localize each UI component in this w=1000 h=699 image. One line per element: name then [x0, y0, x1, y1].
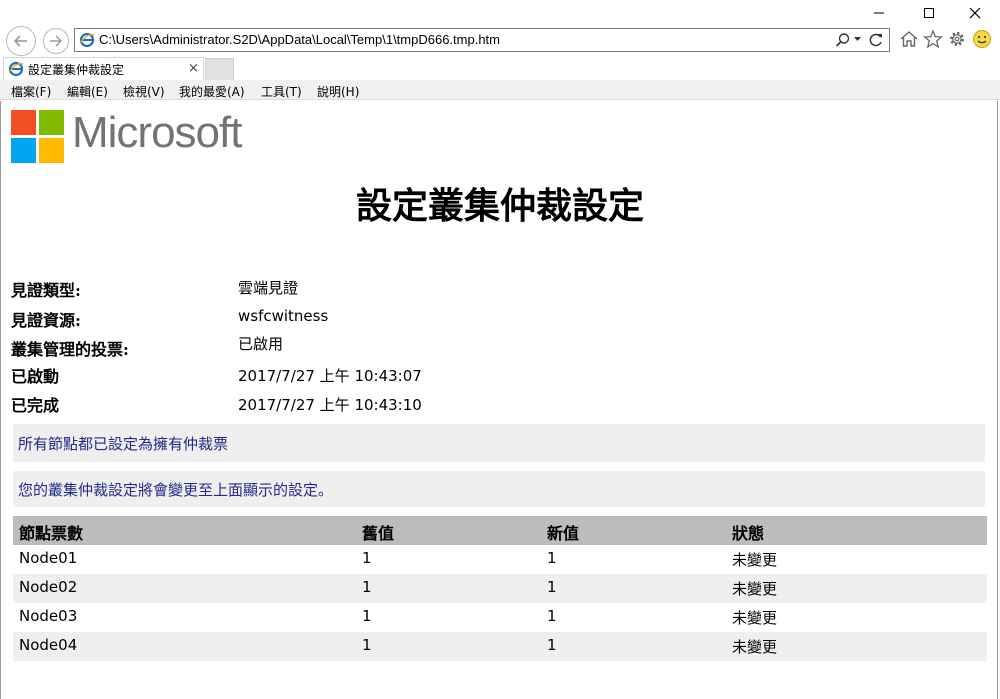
ie-tab-icon [8, 61, 24, 77]
logo-square-blue [11, 138, 36, 163]
gear-icon[interactable] [947, 29, 967, 49]
home-icon[interactable] [899, 29, 919, 49]
forward-button[interactable] [43, 28, 69, 54]
table-cell: 未變更 [732, 551, 778, 569]
table-row: Node04 1 1 未變更 [13, 632, 987, 661]
menu-help[interactable]: 說明(H) [317, 83, 359, 100]
table-cell: Node01 [19, 549, 78, 567]
prop-label-cluster-voting: 叢集管理的投票: [11, 340, 129, 359]
menu-tools[interactable]: 工具(T) [261, 83, 302, 100]
table-cell: 1 [362, 636, 372, 654]
maximize-icon [924, 8, 934, 18]
tab-close-icon[interactable]: × [188, 61, 199, 76]
page-content: Microsoft 設定叢集仲裁設定 見證類型: 雲端見證 見證資源: wsfc… [0, 101, 998, 699]
prop-label-witness-resource: 見證資源: [11, 311, 81, 330]
tab-label: 設定叢集仲裁設定 [28, 63, 125, 77]
prop-label-witness-type: 見證類型: [11, 281, 81, 300]
table-cell: Node04 [19, 636, 78, 654]
close-window-button[interactable] [952, 0, 998, 26]
search-icon[interactable] [835, 32, 851, 48]
menu-edit[interactable]: 編輯(E) [67, 83, 108, 100]
table-header-cell: 狀態 [732, 524, 765, 543]
prop-value-cluster-voting: 已啟用 [238, 335, 284, 353]
table-cell: 1 [362, 578, 372, 596]
forward-arrow-icon [50, 35, 63, 47]
table-cell: 1 [547, 607, 557, 625]
prop-label-started: 已啟動 [11, 367, 60, 386]
table-cell: Node03 [19, 607, 78, 625]
logo-square-yellow [39, 138, 64, 163]
ie-page-icon [79, 32, 95, 48]
page-title: 設定叢集仲裁設定 [355, 185, 644, 227]
table-header-cell: 新值 [547, 524, 580, 543]
prop-label-completed: 已完成 [11, 396, 60, 415]
microsoft-wordmark: Microsoft [72, 108, 242, 157]
prop-value-witness-type: 雲端見證 [238, 279, 299, 297]
menu-view[interactable]: 檢視(V) [123, 83, 165, 100]
back-button[interactable] [6, 26, 36, 56]
refresh-icon[interactable] [868, 32, 884, 48]
table-header-row: 節點票數 舊值 新值 狀態 [13, 516, 987, 545]
title-bar [0, 0, 1000, 24]
table-cell: 未變更 [732, 638, 778, 656]
microsoft-logo-icon [11, 110, 64, 163]
smiley-icon[interactable] [972, 29, 992, 49]
table-cell: 1 [547, 578, 557, 596]
table-cell: 未變更 [732, 580, 778, 598]
prop-value-started: 2017/7/27 上午 10:43:07 [238, 367, 422, 385]
message-text: 所有節點都已設定為擁有仲裁票 [18, 435, 229, 453]
table-header-cell: 節點票數 [19, 524, 84, 543]
table-cell: 1 [362, 607, 372, 625]
table-header-cell: 舊值 [362, 524, 395, 543]
message-text: 您的叢集仲裁設定將會變更至上面顯示的設定。 [18, 481, 334, 499]
logo-square-green [39, 110, 64, 135]
table-cell: 1 [362, 549, 372, 567]
minimize-button[interactable] [856, 0, 902, 26]
tab-strip: 設定叢集仲裁設定 × [0, 56, 1000, 80]
table-row: Node03 1 1 未變更 [13, 603, 987, 632]
chevron-down-icon[interactable] [853, 34, 863, 44]
prop-value-completed: 2017/7/27 上午 10:43:10 [238, 396, 422, 414]
back-arrow-icon [13, 35, 27, 47]
minimize-icon [874, 12, 884, 14]
table-cell: 1 [547, 549, 557, 567]
table-cell: 1 [547, 636, 557, 654]
navigation-bar: C:\Users\Administrator.S2D\AppData\Local… [0, 24, 1000, 56]
tab-report[interactable]: 設定叢集仲裁設定 × [3, 57, 204, 80]
table-cell: Node02 [19, 578, 78, 596]
address-bar[interactable]: C:\Users\Administrator.S2D\AppData\Local… [74, 28, 890, 52]
menu-bar: 檔案(F) 編輯(E) 檢視(V) 我的最愛(A) 工具(T) 說明(H) [0, 80, 1000, 100]
message-box: 您的叢集仲裁設定將會變更至上面顯示的設定。 [13, 471, 985, 507]
menu-favorites[interactable]: 我的最愛(A) [179, 83, 245, 100]
message-box: 所有節點都已設定為擁有仲裁票 [13, 424, 985, 462]
menu-file[interactable]: 檔案(F) [11, 83, 51, 100]
prop-value-witness-resource: wsfcwitness [238, 307, 329, 325]
address-url[interactable]: C:\Users\Administrator.S2D\AppData\Local… [99, 32, 500, 47]
table-cell: 未變更 [732, 609, 778, 627]
table-row: Node01 1 1 未變更 [13, 545, 987, 574]
maximize-button[interactable] [906, 0, 952, 26]
logo-square-red [11, 110, 36, 135]
close-icon [969, 7, 981, 19]
table-row: Node02 1 1 未變更 [13, 574, 987, 603]
new-tab-button[interactable] [205, 58, 234, 80]
star-icon[interactable] [923, 29, 943, 49]
